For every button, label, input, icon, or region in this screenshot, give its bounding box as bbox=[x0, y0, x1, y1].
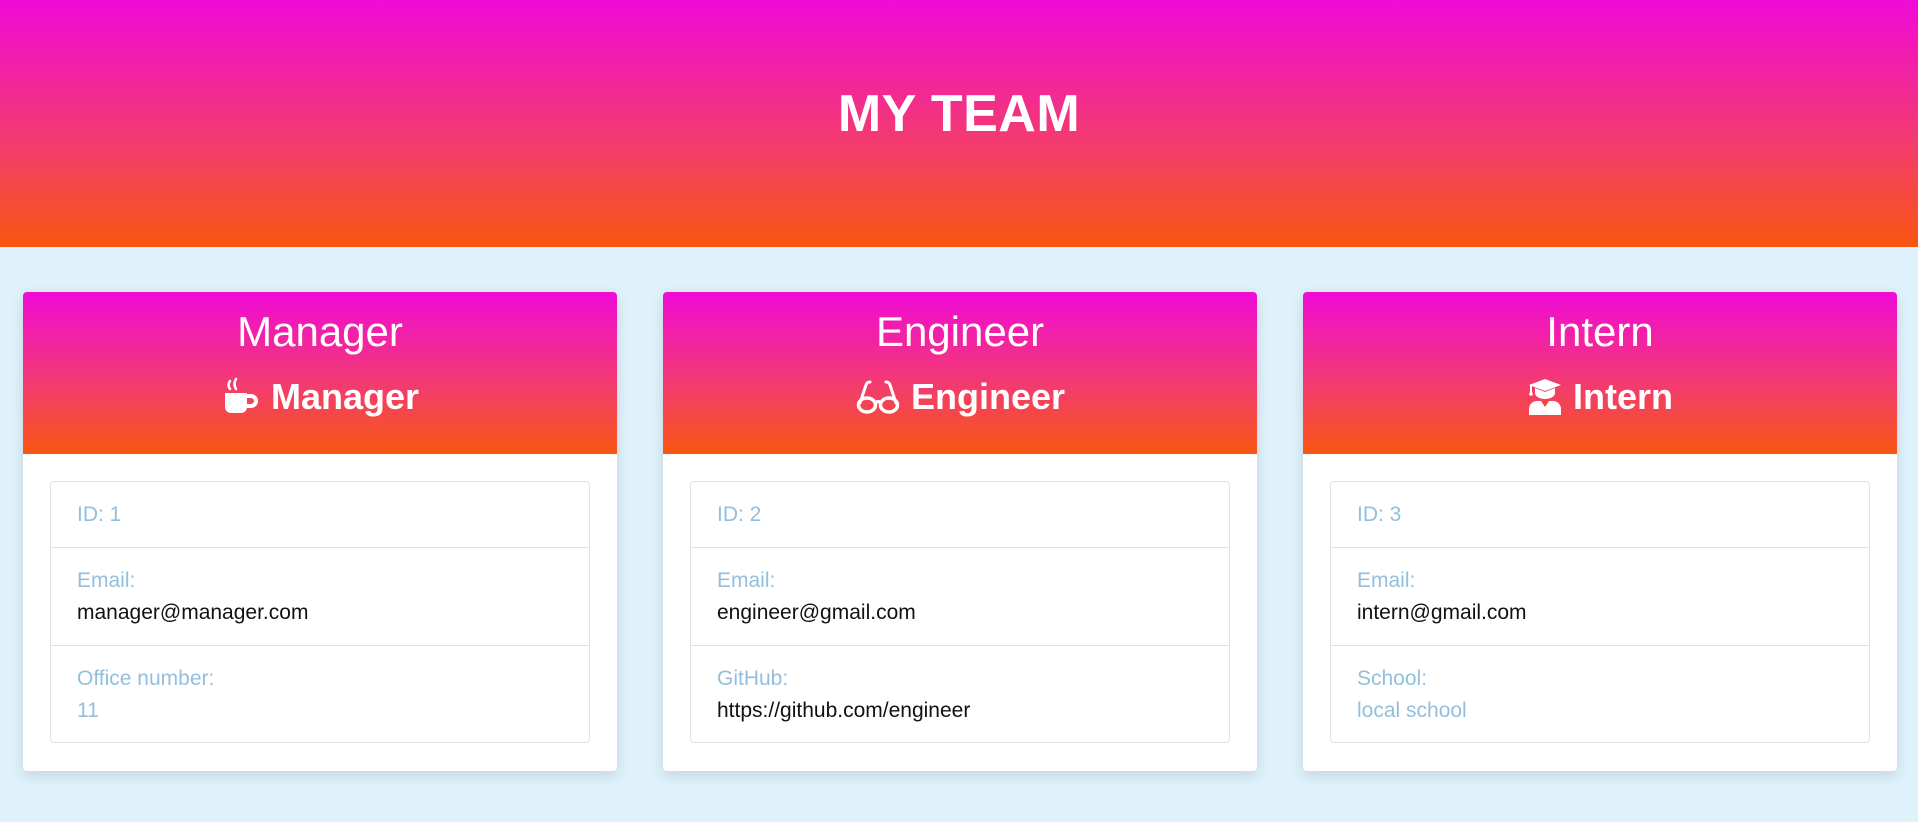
role-label: Manager bbox=[270, 376, 420, 417]
card-header: Intern Intern bbox=[1303, 292, 1897, 454]
role-label: Engineer bbox=[910, 376, 1066, 417]
page-title: MY TEAM bbox=[837, 84, 1081, 143]
card-header: Manager Manager bbox=[23, 292, 617, 454]
email-link[interactable]: manager@manager.com bbox=[77, 601, 308, 625]
employee-role: Engineer bbox=[663, 376, 1257, 418]
github-label: GitHub: bbox=[717, 667, 789, 690]
glasses-icon bbox=[855, 377, 901, 417]
list-item-office: Office number: 11 bbox=[51, 646, 589, 742]
email-link[interactable]: engineer@gmail.com bbox=[717, 601, 916, 625]
list-item-school: School: local school bbox=[1331, 646, 1869, 742]
details-list: ID: 1 Email: manager@manager.com Office … bbox=[50, 481, 590, 743]
email-label: Email: bbox=[1357, 569, 1416, 592]
employee-role: Intern bbox=[1303, 376, 1897, 418]
list-item-id: ID: 1 bbox=[51, 482, 589, 548]
github-link[interactable]: https://github.com/engineer bbox=[717, 699, 970, 723]
employee-name: Manager bbox=[237, 308, 403, 355]
email-label: Email: bbox=[77, 569, 136, 592]
details-list: ID: 3 Email: intern@gmail.com School: lo… bbox=[1330, 481, 1870, 743]
list-item-email: Email: manager@manager.com bbox=[51, 548, 589, 646]
email-label: Email: bbox=[717, 569, 776, 592]
list-item-github: GitHub: https://github.com/engineer bbox=[691, 646, 1229, 742]
page-header: MY TEAM bbox=[0, 0, 1918, 247]
list-item-email: Email: engineer@gmail.com bbox=[691, 548, 1229, 646]
email-link[interactable]: intern@gmail.com bbox=[1357, 601, 1527, 625]
employee-card-manager: Manager Manager ID: 1 Email: manager@man… bbox=[23, 292, 617, 771]
card-header: Engineer Engineer bbox=[663, 292, 1257, 454]
employee-name: Engineer bbox=[875, 308, 1045, 355]
role-label: Intern bbox=[1572, 376, 1673, 417]
details-list: ID: 2 Email: engineer@gmail.com GitHub: … bbox=[690, 481, 1230, 743]
office-label: Office number: bbox=[77, 667, 215, 690]
id-text: ID: 2 bbox=[717, 503, 762, 526]
graduate-icon bbox=[1527, 377, 1563, 417]
list-item-id: ID: 3 bbox=[1331, 482, 1869, 548]
employee-role: Manager bbox=[23, 376, 617, 418]
school-label: School: bbox=[1357, 667, 1428, 690]
employee-card-engineer: Engineer Engineer ID: 2 Email: engineer@… bbox=[663, 292, 1257, 771]
id-text: ID: 1 bbox=[77, 503, 122, 526]
list-item-email: Email: intern@gmail.com bbox=[1331, 548, 1869, 646]
office-number: 11 bbox=[77, 699, 99, 722]
id-text: ID: 3 bbox=[1357, 503, 1402, 526]
coffee-cup-icon bbox=[221, 377, 261, 417]
list-item-id: ID: 2 bbox=[691, 482, 1229, 548]
employee-name: Intern bbox=[1546, 308, 1654, 355]
employee-card-intern: Intern Intern ID: 3 Email: intern@gmail.… bbox=[1303, 292, 1897, 771]
school-name: local school bbox=[1357, 699, 1467, 722]
